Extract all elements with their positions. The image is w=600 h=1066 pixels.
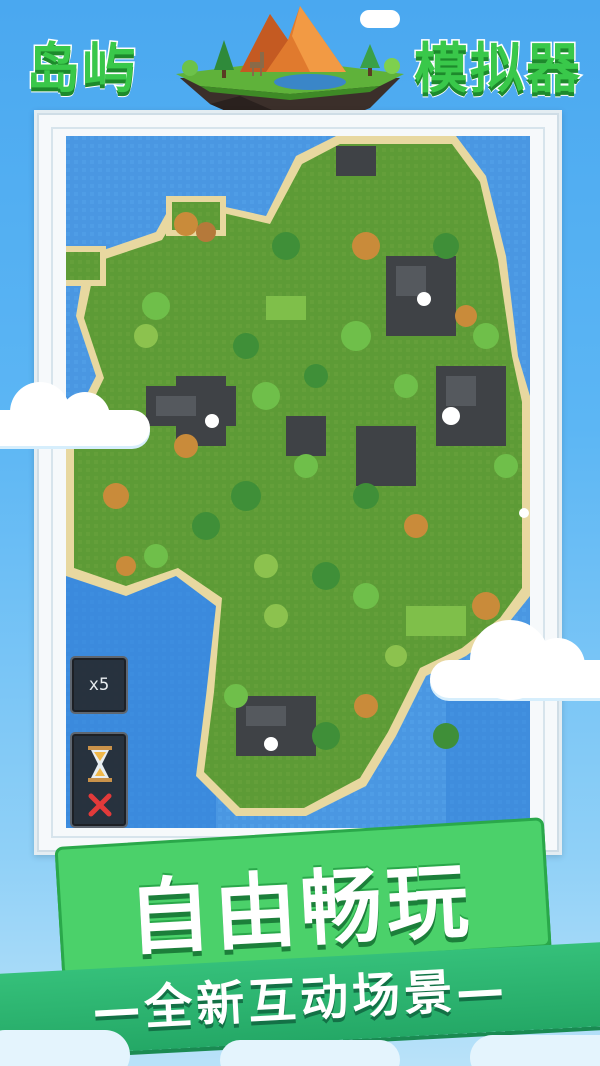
speed-label: x5 [88,675,110,695]
pixel-map[interactable] [66,136,530,828]
cloud-decoration [0,1030,130,1066]
close-icon[interactable] [87,792,113,818]
game-map[interactable] [66,136,530,828]
cloud-decoration [0,382,150,446]
cloud-decoration [430,620,600,700]
hourglass-icon[interactable] [87,746,113,782]
title-left: 岛屿 [25,36,138,102]
cloud-decoration [220,1040,400,1066]
speed-button[interactable]: x5 [70,656,128,714]
cloud-decoration [470,1035,600,1066]
title-right: 模拟器 [413,36,582,102]
tool-panel [70,732,128,828]
